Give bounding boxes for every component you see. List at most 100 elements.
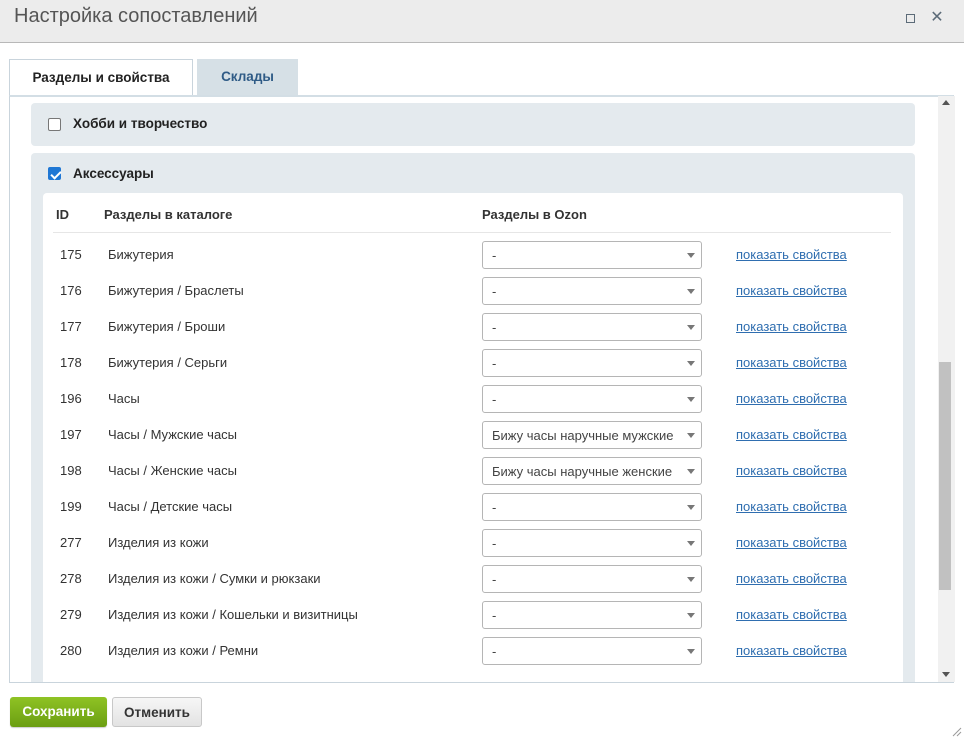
ozon-section-select[interactable]: Бижу часы наручные женские	[482, 457, 702, 485]
ozon-section-value: -	[492, 248, 497, 263]
ozon-section-value: -	[492, 608, 497, 623]
table-row: 177 Бижутерия / Броши - показать свойства	[53, 309, 891, 345]
ozon-section-select[interactable]: -	[482, 493, 702, 521]
chevron-down-icon	[687, 505, 695, 510]
ozon-section-value: -	[492, 356, 497, 371]
show-properties-link[interactable]: показать свойства	[736, 319, 847, 334]
chevron-down-icon	[687, 649, 695, 654]
row-catalog-section: Изделия из кожи / Кошельки и визитницы	[108, 607, 358, 622]
section-hobby: Хобби и творчество	[31, 103, 915, 146]
ozon-section-select[interactable]: Бижу часы наручные мужские	[482, 421, 702, 449]
hobby-checkbox[interactable]	[48, 118, 61, 131]
table-header: ID Разделы в каталоге Разделы в Ozon	[53, 193, 891, 233]
table-row: 279 Изделия из кожи / Кошельки и визитниц…	[53, 597, 891, 633]
show-properties-link[interactable]: показать свойства	[736, 499, 847, 514]
show-properties-link[interactable]: показать свойства	[736, 391, 847, 406]
ozon-section-select[interactable]: -	[482, 313, 702, 341]
row-id: 175	[60, 247, 82, 262]
chevron-down-icon	[687, 577, 695, 582]
chevron-down-icon	[687, 397, 695, 402]
ozon-section-value: -	[492, 320, 497, 335]
scroll-up-arrow-icon[interactable]	[942, 100, 950, 105]
chevron-down-icon	[687, 469, 695, 474]
content-panel: Хобби и творчество Аксессуары ID Разделы…	[9, 95, 954, 683]
close-icon[interactable]: ✕	[929, 10, 945, 26]
ozon-section-value: -	[492, 572, 497, 587]
table-row: 176 Бижутерия / Браслеты - показать свойств…	[53, 273, 891, 309]
ozon-section-value: Бижу часы наручные мужские	[492, 428, 674, 443]
show-properties-link[interactable]: показать свойства	[736, 607, 847, 622]
show-properties-link[interactable]: показать свойства	[736, 463, 847, 478]
table-row: 196 Часы - показать свойства	[53, 381, 891, 417]
row-catalog-section: Часы	[108, 391, 140, 406]
scrollbar-thumb[interactable]	[939, 362, 951, 590]
dialog-title: Настройка сопоставлений	[14, 5, 258, 27]
row-id: 198	[60, 463, 82, 478]
show-properties-link[interactable]: показать свойства	[736, 643, 847, 658]
maximize-icon[interactable]	[902, 10, 918, 26]
chevron-down-icon	[687, 361, 695, 366]
show-properties-link[interactable]: показать свойства	[736, 355, 847, 370]
table-row: 178 Бижутерия / Серьги - показать свойства	[53, 345, 891, 381]
ozon-section-select[interactable]: -	[482, 601, 702, 629]
show-properties-link[interactable]: показать свойства	[736, 247, 847, 262]
ozon-section-value: -	[492, 284, 497, 299]
row-catalog-section: Бижутерия / Браслеты	[108, 283, 244, 298]
section-accessories: Аксессуары ID Разделы в каталоге Разделы…	[31, 153, 915, 682]
row-catalog-section: Изделия из кожи	[108, 535, 209, 550]
row-catalog-section: Бижутерия / Серьги	[108, 355, 228, 370]
chevron-down-icon	[687, 289, 695, 294]
row-catalog-section: Изделия из кожи / Ремни	[108, 643, 259, 658]
show-properties-link[interactable]: показать свойства	[736, 427, 847, 442]
column-header-id: ID	[56, 207, 69, 222]
row-id: 277	[60, 535, 82, 550]
column-header-catalog: Разделы в каталоге	[104, 207, 233, 222]
ozon-section-select[interactable]: -	[482, 637, 702, 665]
row-catalog-section: Бижутерия	[108, 247, 174, 262]
ozon-section-select[interactable]: -	[482, 385, 702, 413]
table-row: 199 Часы / Детские часы - показать свойства	[53, 489, 891, 525]
dialog-titlebar: Настройка сопоставлений ✕	[0, 0, 964, 43]
ozon-section-value: -	[492, 536, 497, 551]
ozon-section-select[interactable]: -	[482, 529, 702, 557]
row-id: 280	[60, 643, 82, 658]
ozon-section-value: Бижу часы наручные женские	[492, 464, 673, 479]
row-catalog-section: Часы / Мужские часы	[108, 427, 238, 442]
show-properties-link[interactable]: показать свойства	[736, 535, 847, 550]
ozon-section-select[interactable]: -	[482, 241, 702, 269]
row-id: 197	[60, 427, 82, 442]
table-row: 175 Бижутерия - показать свойства	[53, 237, 891, 273]
row-id: 178	[60, 355, 82, 370]
vertical-scrollbar[interactable]	[938, 96, 955, 682]
row-id: 177	[60, 319, 82, 334]
ozon-section-select[interactable]: -	[482, 277, 702, 305]
ozon-section-select[interactable]: -	[482, 565, 702, 593]
ozon-section-value: -	[492, 500, 497, 515]
show-properties-link[interactable]: показать свойства	[736, 571, 847, 586]
table-row: 280 Изделия из кожи / Ремни - показать свой…	[53, 633, 891, 669]
row-id: 176	[60, 283, 82, 298]
section-label: Хобби и творчество	[73, 116, 208, 131]
row-id: 199	[60, 499, 82, 514]
row-id: 278	[60, 571, 82, 586]
row-id: 196	[60, 391, 82, 406]
section-label: Аксессуары	[73, 166, 154, 181]
ozon-section-value: -	[492, 644, 497, 659]
column-header-ozon: Разделы в Ozon	[482, 207, 587, 222]
tab-warehouses[interactable]: Склады	[197, 59, 298, 96]
row-catalog-section: Изделия из кожи / Сумки и рюкзаки	[108, 571, 321, 586]
chevron-down-icon	[687, 325, 695, 330]
ozon-section-value: -	[492, 392, 497, 407]
chevron-down-icon	[687, 541, 695, 546]
cancel-button[interactable]: Отменить	[112, 697, 202, 727]
accessories-checkbox[interactable]	[48, 167, 61, 180]
resize-grip-icon[interactable]	[950, 725, 962, 737]
tab-sections-properties[interactable]: Разделы и свойства	[9, 59, 193, 96]
row-catalog-section: Часы / Детские часы	[108, 499, 233, 514]
scroll-down-arrow-icon[interactable]	[942, 672, 950, 677]
show-properties-link[interactable]: показать свойства	[736, 283, 847, 298]
table-row: 277 Изделия из кожи - показать свойства	[53, 525, 891, 561]
table-row: 278 Изделия из кожи / Сумки и рюкзаки - пок…	[53, 561, 891, 597]
ozon-section-select[interactable]: -	[482, 349, 702, 377]
save-button[interactable]: Сохранить	[10, 697, 107, 727]
